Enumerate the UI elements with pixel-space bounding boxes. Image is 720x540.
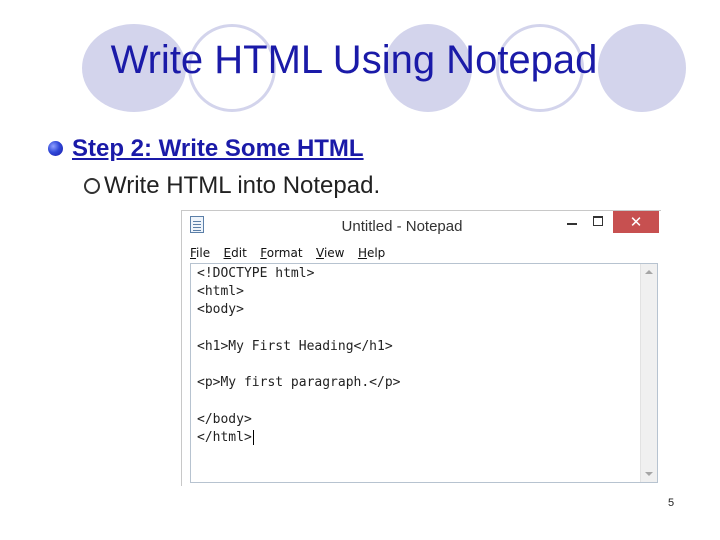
notepad-menubar: File Edit Format View Help [190,244,394,264]
bullet-dot-icon [48,141,63,156]
code-line: <!DOCTYPE html> [197,266,315,281]
notepad-content: <!DOCTYPE html> <html> <body> <h1>My Fir… [197,265,401,447]
code-line: </body> [197,411,252,427]
close-icon: ✕ [629,213,643,231]
menu-view[interactable]: View [316,246,344,260]
page-number: 5 [668,497,675,509]
close-button[interactable]: ✕ [613,211,659,233]
menu-file[interactable]: File [190,246,210,260]
notepad-window: Untitled - Notepad ✕ File Edit Format Vi… [181,210,661,486]
code-line: <p>My first paragraph.</p> [197,375,401,391]
menu-edit[interactable]: Edit [224,246,247,260]
bullet-step-2: Step 2: Write Some HTML [72,135,364,162]
slide-title: Write HTML Using Notepad [110,38,598,82]
menu-format[interactable]: Format [260,246,302,260]
menu-help[interactable]: Help [358,246,385,260]
scroll-down-arrow-icon[interactable] [645,472,653,476]
sub-bullet-write-html: Write HTML into Notepad. [104,172,381,199]
notepad-titlebar[interactable]: Untitled - Notepad ✕ [182,211,661,241]
maximize-button[interactable] [587,211,609,233]
minimize-button[interactable] [561,211,583,233]
notepad-title: Untitled - Notepad [341,218,463,235]
code-line-last: </html> [197,429,254,445]
text-caret [252,429,254,445]
code-line: <html> [197,284,244,300]
code-line: <h1>My First Heading</h1> [197,338,393,354]
scroll-up-arrow-icon[interactable] [645,270,653,274]
notepad-text-area[interactable]: <!DOCTYPE html> <html> <body> <h1>My Fir… [190,263,658,483]
code-line: <body> [197,302,244,318]
sub-bullet-ring-icon [84,178,100,194]
vertical-scrollbar[interactable] [640,264,657,482]
